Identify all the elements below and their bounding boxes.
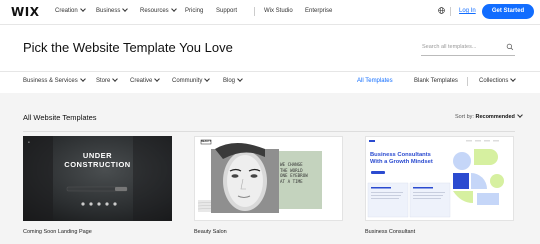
nav-creation[interactable]: Creation (55, 6, 86, 14)
section-title: All Website Templates (23, 113, 97, 122)
chevron-down-icon (510, 76, 517, 82)
filter-label: Creative (130, 78, 153, 84)
nav-creation-label: Creation (55, 8, 78, 14)
template-thumbnail (195, 137, 342, 220)
nav-resources[interactable]: Resources (140, 6, 177, 14)
globe-icon[interactable] (438, 7, 445, 14)
nav-resources-label: Resources (140, 8, 169, 14)
card-label[interactable]: Beauty Salon (194, 229, 227, 235)
card-heading-line: CONSTRUCTION (64, 159, 131, 169)
wix-logo[interactable]: WIX (11, 5, 39, 19)
template-thumbnail (366, 137, 513, 220)
filter-business-services[interactable]: Business & Services (23, 76, 86, 84)
tab-blank-templates[interactable]: Blank Templates (414, 78, 458, 84)
sort-dropdown[interactable]: Sort by: Recommended (455, 112, 523, 120)
card-tagline: WE CHANGE THE WORLD ONE EYEBROW AT A TIM… (280, 162, 308, 184)
card-tagline-line: ONE EYEBROW (280, 173, 308, 179)
filter-label: Store (96, 78, 111, 84)
template-card-coming-soon[interactable]: ● UNDER CONSTRUCTION (23, 136, 172, 221)
filter-blog[interactable]: Blog (223, 76, 243, 84)
card-heading-line: Business Consultants (370, 152, 431, 158)
filter-top-border (0, 71, 540, 72)
card-label[interactable]: Business Consultant (365, 229, 415, 235)
card-tagline-line: AT A TIME (280, 178, 303, 184)
card-heading: UNDER CONSTRUCTION (23, 151, 172, 169)
chevron-down-icon (170, 6, 177, 12)
template-card-beauty-salon[interactable]: BEAUTY WE CHANGE THE WORLD ONE EYEBROW A… (194, 136, 343, 221)
tab-all-templates[interactable]: All Templates (357, 78, 393, 84)
nav-enterprise[interactable]: Enterprise (305, 8, 332, 14)
nav-business[interactable]: Business (96, 6, 129, 14)
nav-divider (254, 7, 255, 16)
nav-business-label: Business (96, 8, 121, 14)
chevron-down-icon (79, 76, 86, 82)
filter-label: Community (172, 78, 203, 84)
get-started-button[interactable]: Get Started (482, 4, 534, 19)
tab-collections[interactable]: Collections (479, 76, 517, 84)
sort-value: Recommended (475, 114, 515, 120)
top-navigation: WIX Creation Business Resources Pricing … (0, 0, 540, 24)
nav-wix-studio[interactable]: Wix Studio (264, 8, 293, 14)
chevron-down-icon (517, 112, 523, 118)
filter-creative[interactable]: Creative (130, 76, 161, 84)
search-input[interactable]: Search all templates... (421, 42, 515, 56)
chevron-down-icon (237, 76, 243, 82)
search-placeholder: Search all templates... (422, 44, 477, 50)
nav-border (0, 24, 540, 25)
section-divider (23, 131, 515, 132)
login-link[interactable]: Log In (459, 8, 476, 14)
filter-community[interactable]: Community (172, 76, 211, 84)
card-label[interactable]: Coming Soon Landing Page (23, 229, 92, 235)
chevron-down-icon (122, 6, 129, 12)
login-divider (450, 7, 451, 16)
card-heading: Business Consultants With a Growth Minds… (370, 152, 433, 166)
chevron-down-icon (112, 76, 119, 82)
chevron-down-icon (154, 76, 161, 82)
card-logo: BEAUTY (201, 140, 212, 143)
filter-label: Blog (223, 78, 236, 84)
filter-divider (467, 77, 468, 86)
template-card-business-consultant[interactable]: Business Consultants With a Growth Minds… (365, 136, 514, 221)
sort-label: Sort by: (455, 114, 474, 120)
chevron-down-icon (204, 76, 211, 82)
template-thumbnail: ● (23, 136, 172, 221)
collections-label: Collections (479, 78, 509, 84)
nav-support[interactable]: Support (216, 8, 237, 14)
filter-label: Business & Services (23, 78, 78, 84)
filter-store[interactable]: Store (96, 76, 119, 84)
svg-text:●: ● (28, 140, 30, 144)
chevron-down-icon (79, 6, 86, 12)
nav-pricing[interactable]: Pricing (185, 8, 203, 14)
search-icon[interactable] (506, 43, 514, 51)
card-heading-line: With a Growth Mindset (370, 159, 433, 165)
page-title: Pick the Website Template You Love (23, 40, 233, 55)
